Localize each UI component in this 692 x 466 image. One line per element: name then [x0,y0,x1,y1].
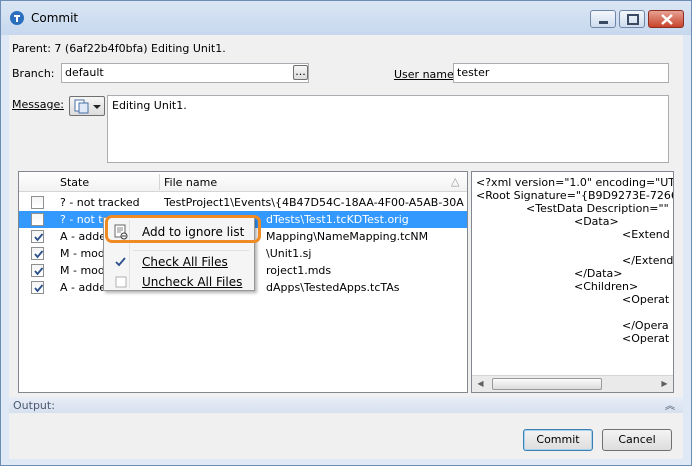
row-checkbox-checked[interactable] [31,230,44,243]
xml-line: <Data> [574,215,619,228]
xml-line: </Opera [622,319,669,332]
user-name-field[interactable]: tester [453,63,669,83]
state-column-header[interactable]: State [60,176,89,189]
row-checkbox-checked[interactable] [31,264,44,277]
xml-line: <TestData Description="" Ke [526,202,674,215]
highlight-annotation [105,215,261,243]
branch-label: Branch: [12,67,55,80]
commit-dialog: Commit Parent: 7 (6af22b4f0bfa) Editing … [0,0,692,466]
cancel-button[interactable]: Cancel [602,429,672,451]
title-bar[interactable]: Commit [1,1,691,35]
app-logo-icon [9,10,25,26]
xml-line: <Children> [574,280,639,293]
scroll-left-icon[interactable]: ◀ [472,376,489,392]
menu-item-label: Uncheck All Files [142,275,243,289]
xml-line: </Extend [622,254,674,267]
menu-item-label: Check All Files [142,255,228,269]
checkmark-icon [113,254,129,270]
message-history-button[interactable] [69,96,105,116]
file-list-header: State File name △ [19,172,467,192]
column-divider[interactable] [159,174,160,190]
row-checkbox[interactable] [31,196,44,209]
xml-line: <Root Signature="{B9D9273E-7266-4 [476,189,674,202]
branch-field[interactable]: default [61,63,309,83]
menu-item-uncheck-all-files[interactable]: Uncheck All Files [107,272,251,292]
row-state: ? - not tr [60,213,108,226]
row-checkbox-checked[interactable] [31,247,44,260]
menu-separator [133,250,249,251]
minimize-button[interactable] [590,10,616,28]
close-button[interactable] [648,10,684,28]
preview-horizontal-scrollbar[interactable]: ◀ ▶ [472,375,673,392]
row-checkbox-checked[interactable] [31,281,44,294]
menu-item-check-all-files[interactable]: Check All Files [107,252,251,272]
row-checkbox[interactable] [31,213,44,226]
commit-button[interactable]: Commit [523,429,593,451]
scrollbar-thumb[interactable] [492,378,602,390]
output-label: Output: [13,399,55,412]
xml-line: </Data> [574,267,623,280]
sort-ascending-icon: △ [451,175,460,188]
message-label: Message: [12,98,64,111]
output-panel-bar[interactable]: Output: ︽ [9,397,683,413]
expand-up-icon[interactable]: ︽ [665,397,675,412]
maximize-button[interactable] [619,10,645,28]
branch-browse-button[interactable]: ... [293,65,308,80]
xml-line: <Operat [622,293,670,306]
diff-preview-pane[interactable]: <?xml version="1.0" encoding="UTF-8 <Roo… [471,171,674,393]
empty-checkbox-icon [113,274,129,290]
row-state: ? - not tracked [60,196,140,209]
table-row[interactable]: ? - not tracked TestProject1\Events\{4B4… [19,194,467,211]
scroll-right-icon[interactable]: ▶ [656,376,673,392]
xml-line: <Extend [622,228,670,241]
row-file-name: TestProject1\Events\{4B47D54C-18AA-4F00-… [164,196,464,209]
message-textarea[interactable]: Editing Unit1. [107,95,669,163]
xml-line: <Operat [622,332,670,345]
file-name-column-header[interactable]: File name [164,176,217,189]
parent-info: Parent: 7 (6af22b4f0bfa) Editing Unit1. [12,42,226,55]
window-title: Commit [31,11,79,25]
user-name-label: User name: [394,68,458,81]
xml-line: <?xml version="1.0" encoding="UTF-8 [476,176,674,189]
